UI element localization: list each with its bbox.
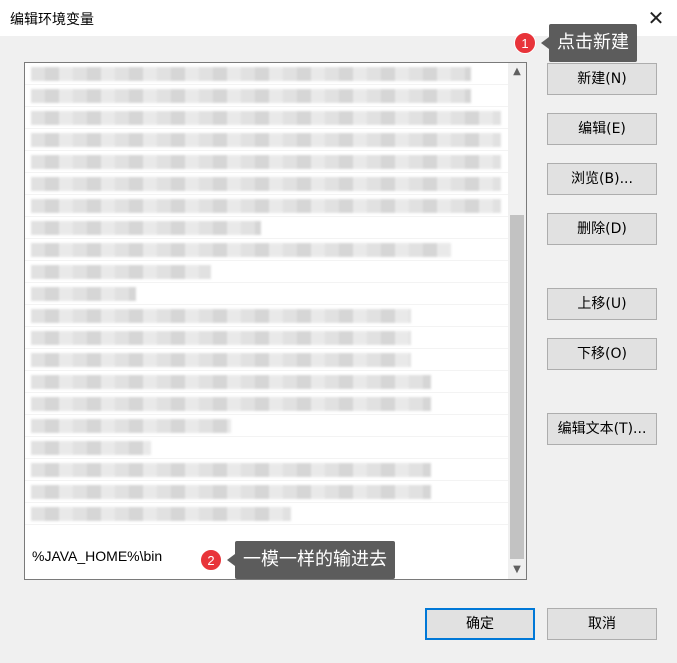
new-button[interactable]: 新建(N)	[547, 63, 657, 95]
list-item[interactable]	[25, 415, 508, 437]
annotation-badge-2: 2	[200, 549, 222, 571]
annotation-badge-1: 1	[514, 32, 536, 54]
list-item[interactable]	[25, 305, 508, 327]
list-item[interactable]	[25, 151, 508, 173]
vertical-scrollbar[interactable]: ▲ ▼	[508, 63, 526, 579]
list-item[interactable]	[25, 239, 508, 261]
edit-text-button[interactable]: 编辑文本(T)...	[547, 413, 657, 445]
close-icon[interactable]: ✕	[644, 6, 668, 30]
list-item[interactable]	[25, 217, 508, 239]
list-item[interactable]	[25, 129, 508, 151]
list-item[interactable]	[25, 349, 508, 371]
scroll-up-icon[interactable]: ▲	[508, 63, 526, 81]
list-item[interactable]	[25, 195, 508, 217]
move-down-button[interactable]: 下移(O)	[547, 338, 657, 370]
list-item[interactable]	[25, 173, 508, 195]
list-item[interactable]	[25, 437, 508, 459]
annotation-callout-2: 一模一样的输进去	[227, 541, 395, 579]
list-item[interactable]	[25, 327, 508, 349]
path-list[interactable]: %JAVA_HOME%\bin ▲ ▼	[24, 62, 527, 580]
list-item[interactable]	[25, 371, 508, 393]
list-item-text[interactable]: %JAVA_HOME%\bin	[32, 548, 162, 564]
edit-button[interactable]: 编辑(E)	[547, 113, 657, 145]
cancel-button[interactable]: 取消	[547, 608, 657, 640]
list-item[interactable]	[25, 393, 508, 415]
scroll-thumb[interactable]	[510, 215, 524, 559]
list-item[interactable]	[25, 459, 508, 481]
window-title: 编辑环境变量	[10, 12, 94, 28]
browse-button[interactable]: 浏览(B)...	[547, 163, 657, 195]
scroll-down-icon[interactable]: ▼	[508, 561, 526, 579]
move-up-button[interactable]: 上移(U)	[547, 288, 657, 320]
list-item[interactable]	[25, 85, 508, 107]
list-item[interactable]	[25, 481, 508, 503]
list-item[interactable]	[25, 261, 508, 283]
annotation-callout-1: 点击新建	[541, 24, 637, 62]
ok-button[interactable]: 确定	[425, 608, 535, 640]
list-item[interactable]	[25, 107, 508, 129]
list-item[interactable]	[25, 503, 508, 525]
delete-button[interactable]: 删除(D)	[547, 213, 657, 245]
list-item[interactable]	[25, 63, 508, 85]
list-item[interactable]	[25, 283, 508, 305]
